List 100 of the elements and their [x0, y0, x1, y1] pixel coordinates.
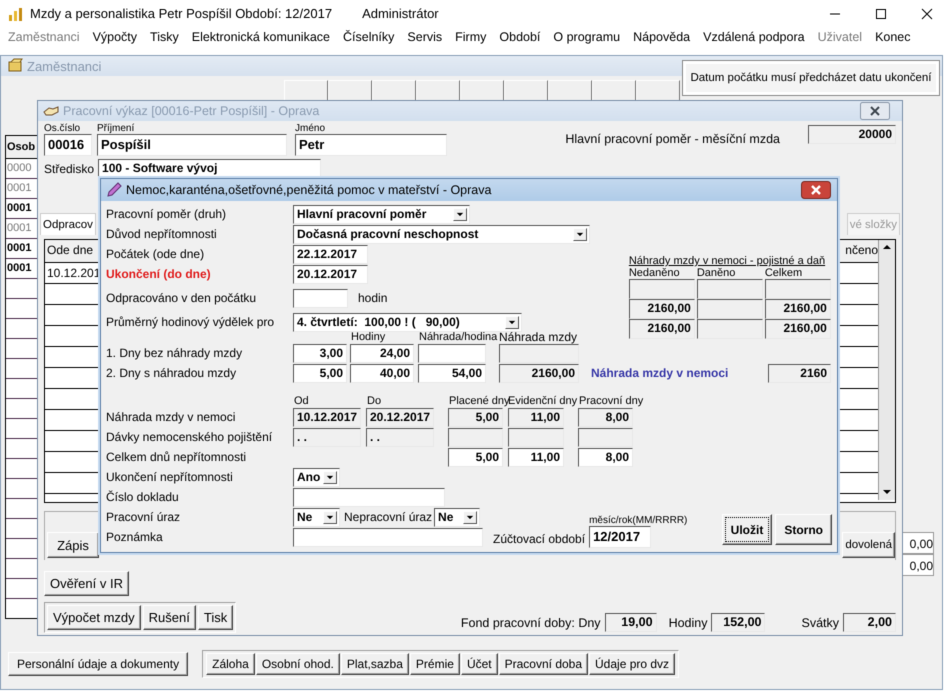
action-button[interactable]: Plat,sazba [340, 653, 409, 675]
days-field: 8,00 [578, 448, 633, 466]
action-button[interactable]: Účet [460, 653, 498, 675]
field-label: Hodiny [668, 616, 708, 630]
toolbar-button[interactable] [592, 80, 636, 102]
field-label: Středisko [44, 162, 94, 176]
days-field[interactable]: 3,00 [293, 344, 347, 362]
amount-field: 2160,00 [764, 319, 831, 339]
date-field[interactable]: 22.12.2017 [293, 244, 368, 264]
close-icon[interactable] [860, 102, 890, 120]
scroll-down-icon[interactable] [882, 489, 892, 495]
column-header: Celkem [764, 267, 804, 279]
window-title: Nemoc,karanténa,ošetřovné,peněžitá pomoc v mateřství - Oprava [126, 183, 492, 197]
days-field [508, 428, 564, 446]
field-label: Náhrada mzdy v nemoci [106, 410, 236, 424]
injury-dropdown[interactable]: Ne [434, 508, 480, 526]
action-button[interactable]: Výpočet mzdy [47, 605, 141, 630]
document-field[interactable] [293, 488, 445, 506]
table-cell: 0,00 [902, 532, 934, 554]
menu-item[interactable]: Konec [875, 30, 911, 44]
action-button[interactable]: Osobní ohod. [256, 653, 340, 675]
name-field: Petr [295, 134, 447, 156]
menu-item[interactable]: Elektronická komunikace [192, 30, 330, 44]
amount-field [696, 279, 763, 299]
menu-item[interactable]: O programu [553, 30, 620, 44]
dialog-button[interactable]: Uložit [722, 514, 772, 545]
toolbar-button[interactable] [636, 80, 680, 102]
menu-item[interactable]: Číselníky [343, 30, 394, 44]
scrollbar[interactable] [878, 240, 895, 500]
date-field: 20.12.2017 [366, 408, 434, 426]
hours-field: 152,00 [711, 613, 766, 632]
reason-dropdown[interactable]: Dočasná pracovní neschopnost [293, 224, 590, 244]
holidays-field: 2,00 [843, 613, 896, 632]
days-field [448, 428, 503, 446]
rate-field[interactable] [418, 344, 486, 362]
menu-item[interactable]: Servis [407, 30, 442, 44]
period-field[interactable]: 12/2017 [589, 526, 652, 548]
toolbar-button[interactable] [284, 80, 328, 102]
toolbar-button[interactable] [328, 80, 372, 102]
section-title: Náhrady mzdy v nemoci - pojistné a daň [628, 255, 826, 267]
field-label: Důvod nepřítomnosti [106, 227, 218, 241]
toolbar-button[interactable] [548, 80, 592, 102]
column-header: Pracovní dny [579, 396, 644, 407]
leave-button[interactable]: dovolená [842, 532, 895, 558]
menu-item[interactable]: Firmy [455, 30, 486, 44]
field-label: Číslo dokladu [106, 490, 180, 504]
days-field[interactable]: 5,00 [293, 364, 347, 382]
action-button[interactable]: Rušení [142, 605, 196, 630]
error-message: Datum počátku musí předcházet datu ukončení [682, 60, 940, 96]
days-field [578, 428, 633, 446]
end-dropdown[interactable]: Ano [293, 468, 340, 486]
table-cell: 0,00 [902, 554, 934, 576]
action-button[interactable]: Údaje pro dvz [589, 653, 676, 675]
rate-field[interactable]: 54,00 [418, 364, 486, 382]
toolbar-button[interactable] [460, 80, 504, 102]
date-field[interactable]: 20.12.2017 [293, 264, 368, 284]
action-button[interactable]: Prémie [410, 653, 460, 675]
action-button[interactable]: Záloha [206, 653, 255, 675]
menu-item[interactable]: Vzdálená podpora [703, 30, 805, 44]
hours-field[interactable] [293, 288, 348, 308]
average-dropdown[interactable]: 4. čtvrtletí: 100,00 ! ( 90,00) [293, 312, 522, 332]
field-label: Nepracovní úraz [344, 510, 432, 524]
days-field: 19,00 [604, 613, 657, 632]
tab[interactable]: Odpracov [40, 213, 96, 235]
field-label: Ukončení (do dne) [106, 267, 212, 281]
injury-dropdown[interactable]: Ne [293, 508, 340, 526]
hours-field[interactable]: 40,00 [350, 364, 414, 382]
column-header: Nedaněno [628, 267, 681, 279]
field-label: Počátek (ode dne) [106, 247, 206, 261]
close-icon[interactable] [801, 181, 831, 199]
verify-button[interactable]: Ověření v IR [44, 571, 129, 596]
field-label: 1. Dny bez náhrady mzdy [106, 346, 244, 360]
personal-data-button[interactable]: Personální údaje a dokumenty [8, 652, 188, 676]
menu-item[interactable]: Období [499, 30, 540, 44]
action-button[interactable]: Pracovní doba [498, 653, 588, 675]
menu-item[interactable]: Tisky [150, 30, 179, 44]
column-header: Hodiny [351, 332, 386, 343]
employment-dropdown[interactable]: Hlavní pracovní poměr [293, 204, 470, 224]
toolbar-button[interactable] [504, 80, 548, 102]
column-header: Placené dny [449, 396, 508, 407]
window-title: Mzdy a personalistika Petr Pospíšil Období: 12/2017 [30, 6, 332, 21]
scroll-up-icon[interactable] [882, 244, 892, 250]
close-icon[interactable] [921, 8, 933, 20]
field-label: Průměrný hodinový výdělek pro [106, 315, 276, 329]
toolbar-button[interactable] [416, 80, 460, 102]
maximize-icon[interactable] [875, 8, 887, 20]
dialog-button[interactable]: Storno [775, 514, 832, 545]
action-button[interactable]: Tisk [198, 605, 234, 630]
amount-field: 2160,00 [628, 319, 695, 339]
field-label: Os.číslo [44, 123, 82, 134]
toolbar-button[interactable] [372, 80, 416, 102]
note-field[interactable] [293, 528, 483, 546]
amount-field: 2160,00 [499, 364, 579, 382]
menu-item[interactable]: Výpočty [92, 30, 138, 44]
hours-field[interactable]: 24,00 [350, 344, 414, 362]
entry-button[interactable]: Zápis [47, 532, 99, 558]
salary-field: 20000 [808, 125, 896, 144]
menu-item[interactable]: Nápověda [633, 30, 690, 44]
unit-label: hodin [358, 291, 388, 305]
date-field: 10.12.2017 [293, 408, 361, 426]
